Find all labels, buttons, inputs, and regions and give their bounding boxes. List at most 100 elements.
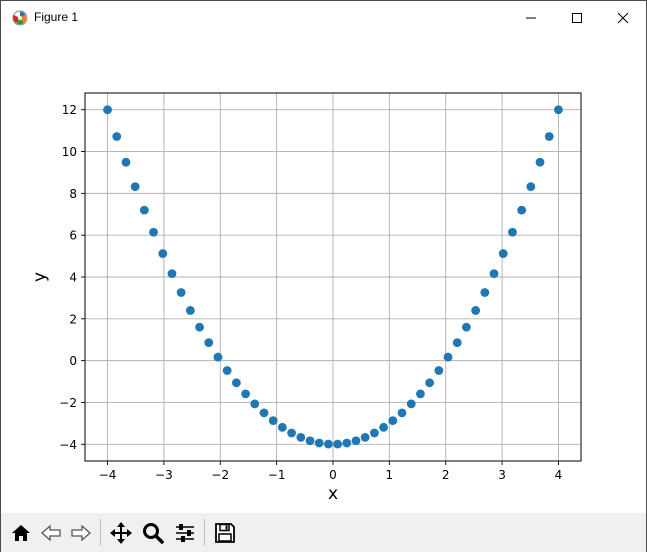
data-point: [388, 416, 398, 426]
data-point: [241, 389, 250, 399]
sliders-icon: [175, 523, 194, 542]
data-point: [323, 439, 333, 449]
y-tick-label: 8: [69, 187, 77, 201]
data-point: [554, 105, 563, 115]
data-point: [158, 249, 168, 258]
figure-canvas[interactable]: −4 −3 −2 −1 0 1 2 3 4 −4 −2 0 2 4 6 8 10 12 x y: [1, 35, 646, 513]
data-point: [544, 132, 554, 141]
data-point: [250, 399, 260, 409]
data-point: [296, 432, 306, 442]
data-point: [535, 157, 545, 167]
data-point: [259, 408, 269, 418]
data-point: [222, 366, 232, 375]
home-icon: [11, 524, 30, 541]
maximize-button[interactable]: [554, 1, 600, 35]
x-tick-label: 1: [386, 468, 394, 482]
data-point: [167, 269, 177, 279]
data-point: [204, 338, 214, 348]
y-tick-label: 12: [62, 103, 77, 117]
forward-arrow-icon: [70, 524, 91, 541]
x-tick-label: −2: [211, 468, 229, 482]
data-point: [462, 322, 471, 332]
zoom-button[interactable]: [138, 517, 167, 548]
move-icon: [109, 521, 132, 544]
pan-button[interactable]: [106, 517, 135, 548]
data-point: [416, 389, 425, 399]
data-point: [498, 249, 508, 258]
floppy-disk-icon: [214, 522, 235, 543]
data-point: [149, 227, 158, 237]
title-bar[interactable]: Figure 1: [1, 1, 646, 35]
data-point: [452, 338, 462, 348]
data-point: [287, 428, 296, 438]
data-point: [471, 306, 481, 315]
data-point: [489, 269, 499, 279]
data-point: [176, 288, 186, 297]
y-tick-label: 0: [69, 354, 77, 368]
data-point: [213, 352, 223, 362]
figure-window: Figure 1 −4 −3 −2 −1 0 1 2 3 4 −4 −2 0 2 4 6 8 10 12 x y: [0, 0, 647, 552]
navigation-toolbar: [1, 513, 646, 552]
data-point: [268, 416, 278, 426]
data-point: [397, 408, 407, 418]
data-point: [277, 422, 287, 432]
data-point: [406, 399, 416, 409]
data-point: [121, 157, 131, 167]
save-button[interactable]: [210, 517, 239, 548]
data-point: [130, 182, 140, 192]
x-tick-label: −1: [268, 468, 286, 482]
data-point: [360, 432, 370, 442]
minimize-button[interactable]: [508, 1, 554, 35]
x-tick-label: 2: [442, 468, 450, 482]
close-button[interactable]: [600, 1, 646, 35]
data-point: [425, 378, 435, 388]
y-tick-label: 6: [69, 229, 77, 243]
x-tick-label: −3: [155, 468, 173, 482]
magnifier-icon: [142, 522, 164, 544]
back-arrow-icon: [40, 524, 61, 541]
matplotlib-logo-icon: [12, 10, 28, 26]
y-tick-label: 4: [69, 271, 77, 285]
data-point: [185, 306, 195, 315]
maximize-icon: [572, 13, 582, 23]
y-tick-label: 10: [62, 145, 77, 159]
minimize-icon: [526, 17, 536, 19]
data-point: [351, 436, 361, 446]
data-point: [314, 438, 324, 448]
y-tick-label: 2: [69, 312, 77, 326]
toolbar-separator: [100, 519, 101, 546]
x-tick-label: 4: [555, 468, 563, 482]
data-point: [195, 322, 204, 332]
toolbar-separator: [204, 519, 205, 546]
y-tick-label: −4: [59, 438, 77, 452]
home-button[interactable]: [6, 517, 35, 548]
data-point: [112, 132, 122, 141]
x-axis-label: x: [328, 484, 338, 504]
y-tick-label: −2: [59, 396, 77, 410]
data-point: [370, 428, 379, 438]
data-point: [379, 422, 389, 432]
x-tick-label: −4: [99, 468, 117, 482]
data-point: [103, 105, 112, 115]
data-point: [342, 438, 352, 448]
data-point: [526, 182, 536, 192]
configure-subplots-button[interactable]: [170, 517, 199, 548]
x-tick-label: 0: [329, 468, 337, 482]
data-point: [508, 227, 517, 237]
data-point: [139, 205, 149, 215]
data-point: [305, 436, 315, 446]
data-point: [231, 378, 241, 388]
scatter-chart[interactable]: −4 −3 −2 −1 0 1 2 3 4−4−2024681012 x y: [1, 35, 646, 513]
back-button[interactable]: [36, 517, 65, 548]
window-title: Figure 1: [34, 10, 79, 24]
data-point: [333, 439, 343, 449]
data-point: [480, 288, 490, 297]
x-tick-label: 3: [498, 468, 506, 482]
data-point: [517, 205, 527, 215]
data-point: [434, 366, 444, 375]
forward-button[interactable]: [66, 517, 95, 548]
grid-lines: [85, 93, 581, 461]
y-axis-label: y: [30, 272, 50, 282]
data-point: [443, 352, 453, 362]
close-icon: [617, 12, 629, 24]
